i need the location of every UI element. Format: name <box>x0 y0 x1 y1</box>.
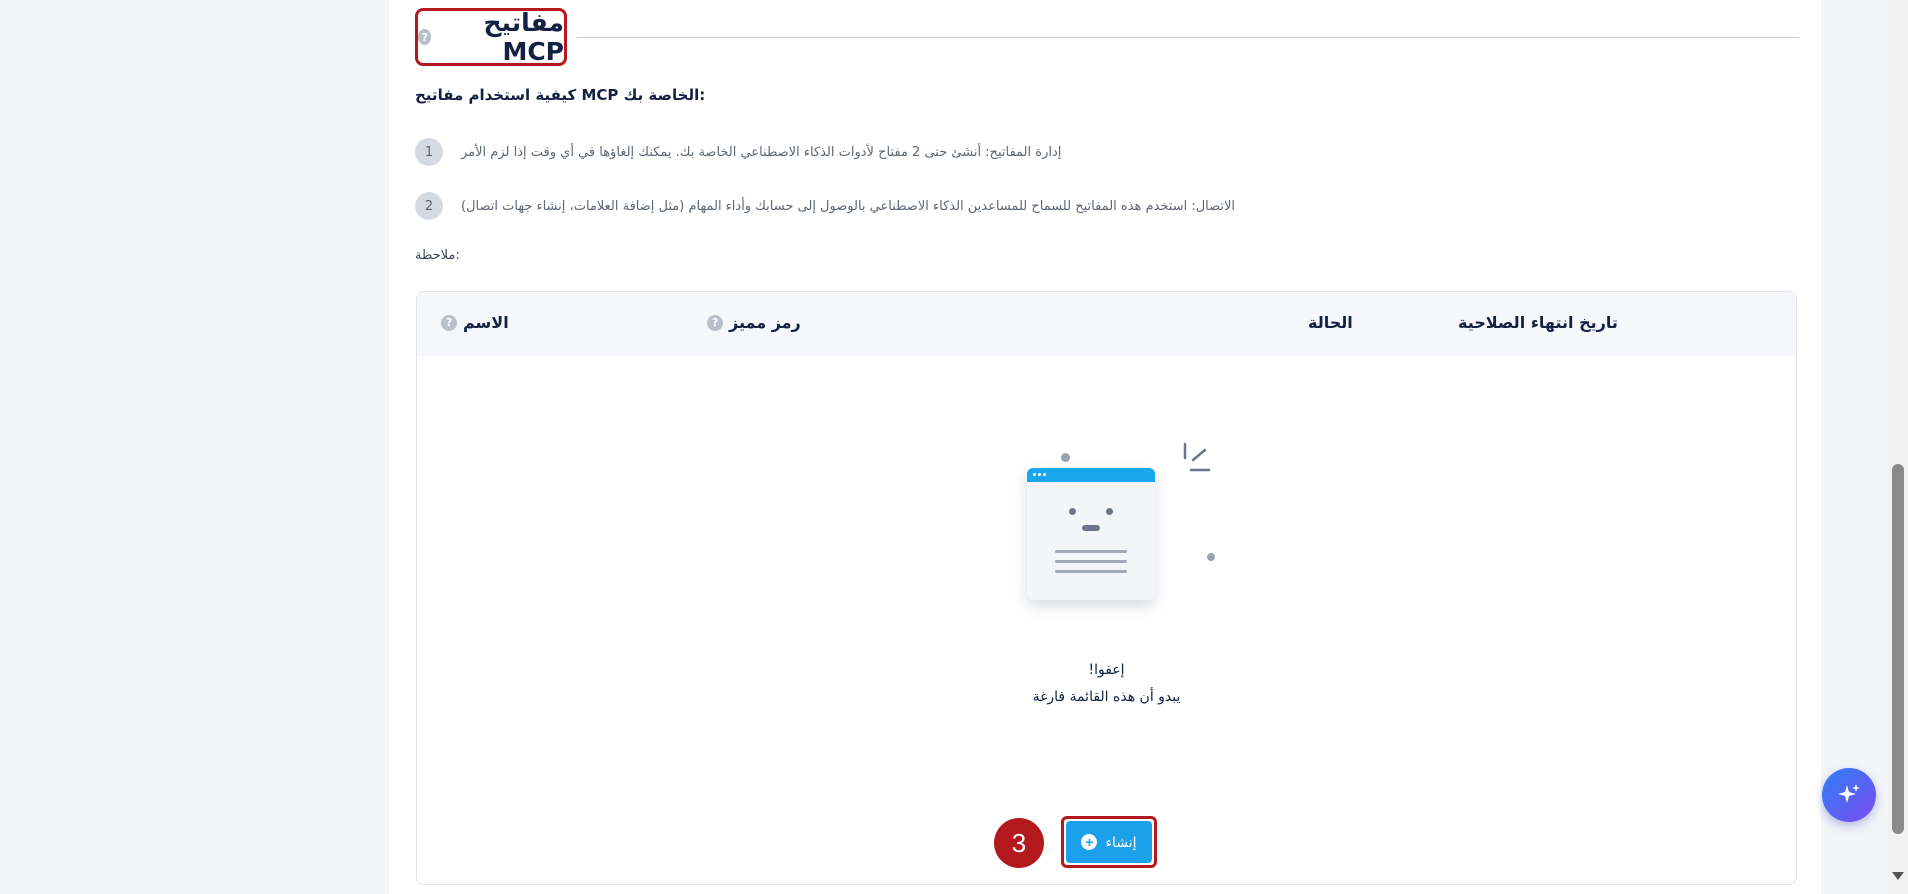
help-icon[interactable]: ? <box>441 314 457 331</box>
step-number: 2 <box>415 192 443 220</box>
column-header-status: الحالة <box>1308 313 1353 332</box>
window-dot <box>1043 473 1046 476</box>
column-header-name: الاسم ? <box>441 313 509 332</box>
create-label: إنشاء <box>1105 833 1137 850</box>
column-header-expiry: تاريخ انتهاء الصلاحية <box>1458 313 1618 332</box>
text-line <box>1055 570 1127 573</box>
create-button[interactable]: إنشاء + <box>1066 821 1152 863</box>
decor-dot <box>1207 553 1215 561</box>
text-line <box>1055 550 1127 553</box>
sparkle-lines-icon <box>1183 442 1211 472</box>
step-item: 2 الاتصال: استخدم هذه المفاتيح للسماح لل… <box>415 192 1235 220</box>
main-panel: مفاتيح MCP ? :الخاصة بك MCP كيفية استخدا… <box>389 0 1821 894</box>
note-label: :ملاحظة <box>415 248 460 263</box>
table-header: الاسم ? رمز مميز ? الحالة تاريخ انتهاء ا… <box>417 292 1796 356</box>
step-number: 1 <box>415 138 443 166</box>
keys-table: الاسم ? رمز مميز ? الحالة تاريخ انتهاء ا… <box>416 291 1797 885</box>
sparkle-icon <box>1838 784 1860 803</box>
help-icon[interactable]: ? <box>418 29 432 45</box>
ai-assistant-button[interactable] <box>1822 768 1876 822</box>
create-highlight-box: إنشاء + <box>1061 816 1157 868</box>
scrollbar-thumb[interactable] <box>1892 464 1904 834</box>
window-dot <box>1033 473 1036 476</box>
window-titlebar <box>1027 468 1155 482</box>
step-item: 1 إدارة المفاتيح: أنشئ حتى 2 مفتاح لأدوا… <box>415 138 1061 166</box>
empty-state-subtitle: يبدو أن هذه القائمة فارغة <box>1032 689 1181 705</box>
page-scrollbar[interactable] <box>1888 0 1908 894</box>
step-text: الاتصال: استخدم هذه المفاتيح للسماح للمس… <box>461 198 1236 214</box>
header-divider <box>577 37 1799 38</box>
empty-state-title: إعفوا! <box>1088 662 1125 678</box>
column-label: الاسم <box>463 313 509 332</box>
face-eye <box>1106 508 1113 515</box>
help-icon[interactable]: ? <box>707 314 723 331</box>
scroll-down-arrow-icon[interactable] <box>1892 872 1904 880</box>
column-label: الحالة <box>1308 313 1353 332</box>
section-header: مفاتيح MCP ? <box>409 8 1799 72</box>
column-header-token: رمز مميز ? <box>707 313 801 332</box>
plus-circle-icon: + <box>1081 834 1098 850</box>
title-highlight-box: مفاتيح MCP ? <box>415 8 567 66</box>
window-dot <box>1038 473 1041 476</box>
page-title: مفاتيح MCP <box>483 8 564 66</box>
face-eye <box>1069 508 1076 515</box>
sad-window-icon <box>1027 468 1155 600</box>
empty-state-illustration <box>977 442 1217 622</box>
decor-dot <box>1061 453 1070 462</box>
text-line <box>1055 560 1127 563</box>
column-label: تاريخ انتهاء الصلاحية <box>1458 313 1618 332</box>
step-annotation-badge: 3 <box>994 818 1044 868</box>
step-text: إدارة المفاتيح: أنشئ حتى 2 مفتاح لأدوات … <box>461 144 1062 160</box>
column-label: رمز مميز <box>729 313 801 332</box>
face-mouth <box>1082 525 1100 531</box>
how-to-heading: :الخاصة بك MCP كيفية استخدام مفاتيح <box>415 86 706 104</box>
